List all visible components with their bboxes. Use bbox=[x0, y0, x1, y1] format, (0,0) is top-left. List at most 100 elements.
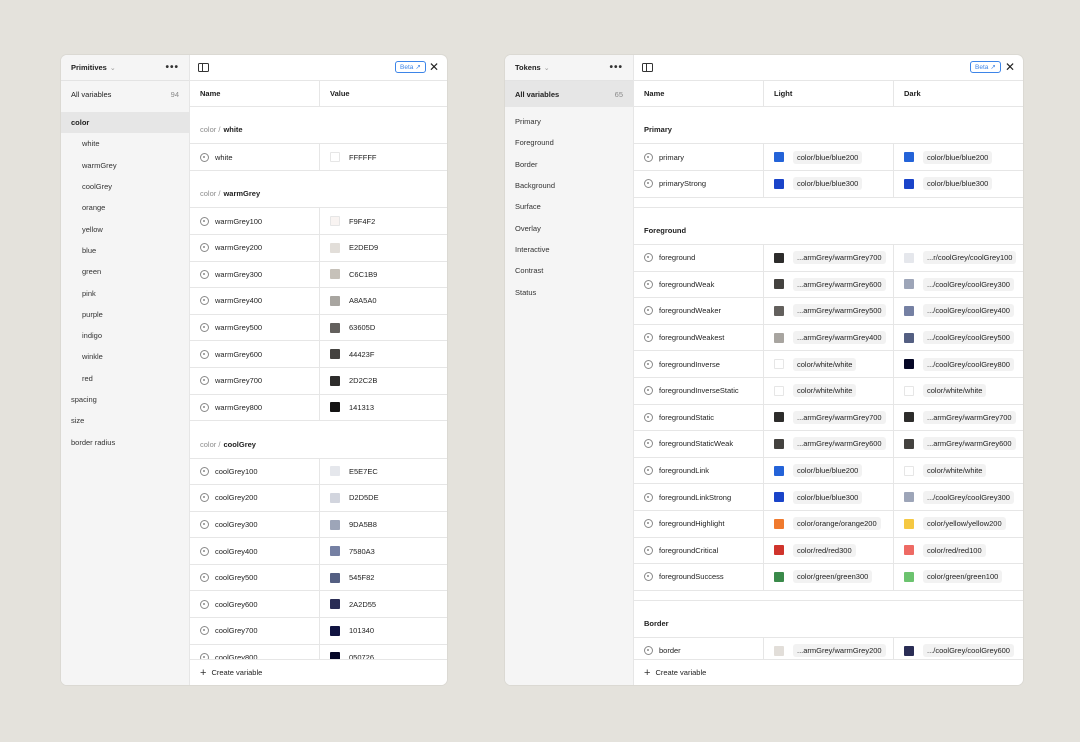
alias-pill[interactable]: color/white/white bbox=[793, 357, 857, 371]
sidebar-item-purple[interactable]: purple bbox=[61, 304, 189, 325]
alias-pill[interactable]: ...armGrey/warmGrey500 bbox=[793, 304, 886, 318]
create-variable-button[interactable]: + Create variable bbox=[190, 659, 447, 685]
sidebar-item-blue[interactable]: blue bbox=[61, 240, 189, 261]
dark-value-cell[interactable]: .../coolGrey/coolGrey800 bbox=[893, 351, 1023, 377]
sidebar-item-warmGrey[interactable]: warmGrey bbox=[61, 155, 189, 176]
variable-name-cell[interactable]: coolGrey400 bbox=[190, 538, 319, 564]
variable-value-cell[interactable]: C6C1B9 bbox=[319, 261, 447, 288]
alias-pill[interactable]: ...armGrey/warmGrey700 bbox=[923, 410, 1016, 424]
sidebar-item-primary[interactable]: Primary bbox=[505, 111, 633, 132]
light-value-cell[interactable]: color/blue/blue200 bbox=[763, 144, 893, 170]
alias-pill[interactable]: .../coolGrey/coolGrey400 bbox=[923, 304, 1014, 318]
sidebar-item-pink[interactable]: pink bbox=[61, 282, 189, 303]
alias-pill[interactable]: color/green/green100 bbox=[923, 570, 1003, 584]
table-row[interactable]: coolGrey600 2A2D55 bbox=[190, 591, 447, 619]
table-row[interactable]: warmGrey100 F9F4F2 bbox=[190, 208, 447, 235]
variable-value-cell[interactable]: 44423F bbox=[319, 341, 447, 367]
variable-value-cell[interactable]: 7580A3 bbox=[319, 538, 447, 564]
table-row[interactable]: coolGrey700 101340 bbox=[190, 618, 447, 645]
light-value-cell[interactable]: color/orange/orange200 bbox=[763, 510, 893, 537]
sidebar-item-coolGrey[interactable]: coolGrey bbox=[61, 176, 189, 197]
variable-name-cell[interactable]: foregroundSuccess bbox=[634, 564, 763, 590]
alias-pill[interactable]: color/blue/blue200 bbox=[793, 464, 863, 478]
sidebar-item-green[interactable]: green bbox=[61, 261, 189, 282]
alias-pill[interactable]: .../coolGrey/coolGrey600 bbox=[923, 644, 1014, 658]
alias-pill[interactable]: ...armGrey/warmGrey400 bbox=[793, 331, 886, 345]
collection-header[interactable]: Primitives ⌄ ••• bbox=[61, 55, 189, 81]
variable-name-cell[interactable]: warmGrey600 bbox=[190, 341, 319, 367]
dark-value-cell[interactable]: ...armGrey/warmGrey600 bbox=[893, 431, 1023, 457]
table-row[interactable]: primary color/blue/blue200 color/blue/blue… bbox=[634, 144, 1023, 171]
close-icon[interactable]: ✕ bbox=[429, 60, 439, 74]
light-value-cell[interactable]: ...armGrey/warmGrey700 bbox=[763, 404, 893, 431]
dark-value-cell[interactable]: color/blue/blue200 bbox=[893, 144, 1023, 170]
variable-name-cell[interactable]: foregroundLink bbox=[634, 458, 763, 484]
sidebar-item-status[interactable]: Status bbox=[505, 281, 633, 302]
table-row[interactable]: foregroundCritical color/red/red300 color/… bbox=[634, 537, 1023, 565]
sidebar-toggle-icon[interactable] bbox=[642, 63, 653, 72]
table-row[interactable]: coolGrey200 D2D5DE bbox=[190, 485, 447, 512]
dark-value-cell[interactable]: color/red/red100 bbox=[893, 537, 1023, 564]
dark-value-cell[interactable]: color/yellow/yellow200 bbox=[893, 510, 1023, 537]
sidebar-item-contrast[interactable]: Contrast bbox=[505, 260, 633, 281]
sidebar-toggle-icon[interactable] bbox=[198, 63, 209, 72]
alias-pill[interactable]: color/green/green300 bbox=[793, 570, 873, 584]
variable-value-cell[interactable]: 050726 bbox=[319, 644, 447, 659]
variable-value-cell[interactable]: 2D2C2B bbox=[319, 367, 447, 394]
alias-pill[interactable]: ...armGrey/warmGrey600 bbox=[923, 437, 1016, 451]
table-row[interactable]: coolGrey400 7580A3 bbox=[190, 538, 447, 565]
table-row[interactable]: foregroundWeaker ...armGrey/warmGrey500..… bbox=[634, 298, 1023, 325]
variable-name-cell[interactable]: foregroundWeak bbox=[634, 272, 763, 298]
sidebar-item-orange[interactable]: orange bbox=[61, 197, 189, 218]
variable-name-cell[interactable]: foregroundInverseStatic bbox=[634, 378, 763, 404]
alias-pill[interactable]: color/white/white bbox=[923, 384, 987, 398]
sidebar-item-foreground[interactable]: Foreground bbox=[505, 132, 633, 153]
table-row[interactable]: coolGrey800 050726 bbox=[190, 644, 447, 659]
dark-value-cell[interactable]: .../coolGrey/coolGrey300 bbox=[893, 484, 1023, 510]
variable-value-cell[interactable]: 9DA5B8 bbox=[319, 511, 447, 538]
alias-pill[interactable]: color/yellow/yellow200 bbox=[923, 517, 1006, 531]
alias-pill[interactable]: .../coolGrey/coolGrey300 bbox=[923, 490, 1014, 504]
table-row[interactable]: warmGrey600 44423F bbox=[190, 341, 447, 368]
sidebar-item-interactive[interactable]: Interactive bbox=[505, 239, 633, 260]
dark-value-cell[interactable]: .../coolGrey/coolGrey600 bbox=[893, 638, 1023, 659]
dark-value-cell[interactable]: ...armGrey/warmGrey700 bbox=[893, 404, 1023, 431]
light-value-cell[interactable]: ...armGrey/warmGrey500 bbox=[763, 298, 893, 324]
variable-name-cell[interactable]: warmGrey800 bbox=[190, 395, 319, 421]
alias-pill[interactable]: ...armGrey/warmGrey200 bbox=[793, 644, 886, 658]
light-value-cell[interactable]: ...armGrey/warmGrey400 bbox=[763, 324, 893, 351]
light-value-cell[interactable]: ...armGrey/warmGrey700 bbox=[763, 244, 893, 271]
variable-name-cell[interactable]: primaryStrong bbox=[634, 171, 763, 197]
variable-name-cell[interactable]: foregroundCritical bbox=[634, 538, 763, 564]
table-row[interactable]: foregroundInverse color/white/white .../co… bbox=[634, 351, 1023, 378]
light-value-cell[interactable]: color/blue/blue200 bbox=[763, 457, 893, 484]
light-value-cell[interactable]: color/green/green300 bbox=[763, 564, 893, 590]
sidebar-item-background[interactable]: Background bbox=[505, 175, 633, 196]
sidebar-item-white[interactable]: white bbox=[61, 133, 189, 154]
table-row[interactable]: foregroundSuccess color/green/green300 col… bbox=[634, 564, 1023, 591]
dark-value-cell[interactable]: .../coolGrey/coolGrey500 bbox=[893, 324, 1023, 351]
variables-list[interactable]: Primary primary color/blue/blue200 color/bl… bbox=[634, 107, 1023, 659]
beta-badge[interactable]: Beta ↗ bbox=[395, 61, 426, 73]
chevron-down-icon[interactable]: ⌄ bbox=[544, 64, 550, 72]
sidebar-item-indigo[interactable]: indigo bbox=[61, 325, 189, 346]
table-row[interactable]: warmGrey500 63605D bbox=[190, 314, 447, 342]
more-options-icon[interactable]: ••• bbox=[165, 62, 179, 73]
alias-pill[interactable]: color/blue/blue300 bbox=[793, 177, 863, 191]
variable-name-cell[interactable]: foreground bbox=[634, 245, 763, 271]
alias-pill[interactable]: .../coolGrey/coolGrey800 bbox=[923, 357, 1014, 371]
alias-pill[interactable]: color/red/red100 bbox=[923, 543, 986, 557]
variable-name-cell[interactable]: warmGrey700 bbox=[190, 368, 319, 394]
table-row[interactable]: foregroundHighlight color/orange/orange20… bbox=[634, 510, 1023, 538]
alias-pill[interactable]: .../coolGrey/coolGrey300 bbox=[923, 277, 1014, 291]
variable-value-cell[interactable]: A8A5A0 bbox=[319, 288, 447, 314]
variable-value-cell[interactable]: 545F82 bbox=[319, 564, 447, 591]
light-value-cell[interactable]: ...armGrey/warmGrey200 bbox=[763, 638, 893, 659]
alias-pill[interactable]: color/blue/blue200 bbox=[923, 150, 993, 164]
variable-name-cell[interactable]: coolGrey600 bbox=[190, 591, 319, 617]
variable-name-cell[interactable]: foregroundStaticWeak bbox=[634, 431, 763, 457]
sidebar-item-yellow[interactable]: yellow bbox=[61, 218, 189, 239]
table-row[interactable]: foreground ...armGrey/warmGrey700 ...r/coo… bbox=[634, 244, 1023, 272]
variable-value-cell[interactable]: FFFFFF bbox=[319, 144, 447, 170]
light-value-cell[interactable]: color/white/white bbox=[763, 377, 893, 404]
